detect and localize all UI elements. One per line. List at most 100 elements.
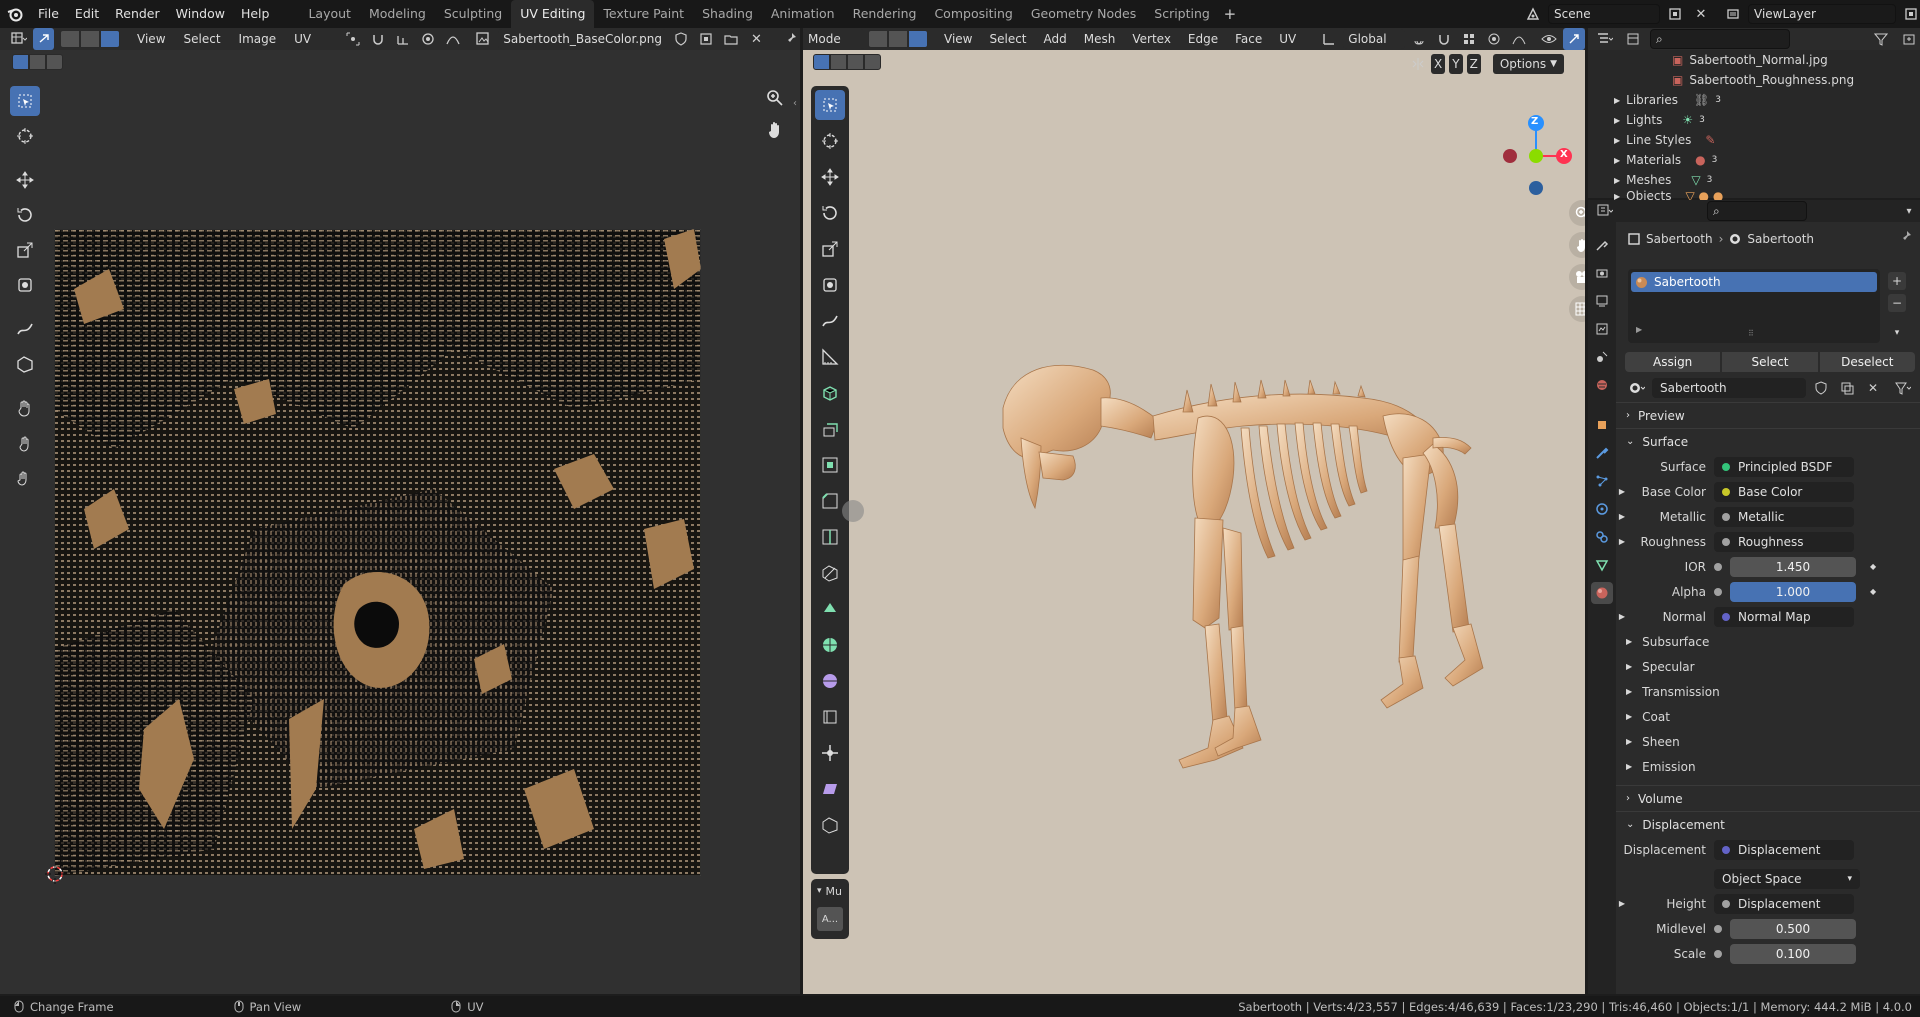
vp-annotate-tool-icon[interactable] — [815, 306, 845, 336]
specular-subpanel[interactable]: ▶ Specular — [1616, 654, 1920, 679]
tab-layout[interactable]: Layout — [299, 0, 360, 28]
vp-menu-add[interactable]: Add — [1037, 29, 1074, 49]
menu-window[interactable]: Window — [168, 0, 233, 28]
vertex-select-mode-icon[interactable] — [60, 30, 81, 48]
remove-slot-icon[interactable]: − — [1888, 294, 1906, 312]
proportional-icon[interactable] — [1483, 28, 1505, 50]
knife-tool-icon[interactable] — [815, 558, 845, 588]
tab-animation[interactable]: Animation — [762, 0, 844, 28]
vp-menu-edge[interactable]: Edge — [1181, 29, 1225, 49]
pin-icon[interactable] — [1898, 230, 1912, 244]
midlevel-field[interactable]: 0.500 — [1730, 918, 1856, 939]
filter-icon[interactable] — [1870, 28, 1892, 50]
base-color-field[interactable]: Base Color — [1714, 481, 1854, 502]
normal-field[interactable]: Normal Map — [1714, 606, 1854, 627]
tab-sculpting[interactable]: Sculpting — [435, 0, 511, 28]
resize-handle-icon[interactable]: ⠿ — [1748, 329, 1754, 338]
chevron-right-icon[interactable]: ▶ — [1616, 899, 1628, 908]
zoom-view-icon[interactable] — [1569, 200, 1585, 226]
rotate-tool-icon[interactable] — [10, 200, 40, 230]
new-image-icon[interactable] — [696, 28, 717, 50]
vp-menu-uv[interactable]: UV — [1272, 29, 1303, 49]
chevron-right-icon[interactable]: ▶ — [1616, 612, 1628, 621]
vertex-mode-icon[interactable] — [868, 30, 888, 48]
uv-menu-uv[interactable]: UV — [287, 29, 318, 49]
object-tab-icon[interactable] — [1591, 414, 1613, 436]
vp-rotate-tool-icon[interactable] — [815, 198, 845, 228]
list-item[interactable]: ▶ Libraries ⛓ 3 — [1588, 90, 1920, 110]
properties-options-icon[interactable]: ▾ — [1898, 200, 1920, 222]
scene-icon[interactable] — [1522, 3, 1544, 25]
scene-tab-icon[interactable] — [1591, 346, 1613, 368]
toolbar-resize-handle-icon[interactable] — [842, 500, 864, 522]
mirror-z-toggle[interactable]: Z — [1466, 54, 1481, 74]
list-item[interactable]: ▶ Materials ● 3 — [1588, 150, 1920, 170]
vp-move-tool-icon[interactable] — [815, 162, 845, 192]
cursor-tool-icon[interactable] — [10, 121, 40, 151]
constraints-tab-icon[interactable] — [1591, 526, 1613, 548]
vp-transform-tool-icon[interactable] — [815, 270, 845, 300]
shear-tool-icon[interactable] — [815, 774, 845, 804]
add-workspace-icon[interactable]: + — [1219, 3, 1241, 25]
uv-menu-image[interactable]: Image — [232, 29, 284, 49]
navigation-gizmo[interactable]: Z X — [1493, 90, 1585, 196]
tab-shading[interactable]: Shading — [693, 0, 762, 28]
material-name-field[interactable]: Sabertooth — [1652, 378, 1806, 398]
chevron-right-icon[interactable]: ▶ — [1614, 176, 1620, 185]
sidebar-toggle-icon[interactable]: ‹ — [793, 98, 797, 109]
orientation-dropdown[interactable]: Global — [1343, 29, 1406, 49]
new-scene-icon[interactable] — [1664, 3, 1686, 25]
add-slot-icon[interactable]: + — [1888, 272, 1906, 290]
rip-region-tool-icon[interactable] — [815, 810, 845, 840]
tab-scripting[interactable]: Scripting — [1145, 0, 1219, 28]
face-mode-icon[interactable] — [908, 30, 928, 48]
scene-name-field[interactable]: Scene — [1548, 4, 1660, 24]
menu-help[interactable]: Help — [233, 0, 278, 28]
displacement-field[interactable]: Displacement — [1714, 839, 1854, 860]
falloff-curve-icon[interactable] — [1508, 28, 1530, 50]
pivot-icon[interactable] — [1408, 28, 1430, 50]
camera-view-icon[interactable] — [1569, 264, 1585, 290]
tool-tab-icon[interactable] — [1591, 234, 1613, 256]
vp-menu-face[interactable]: Face — [1228, 29, 1269, 49]
measure-tool-icon[interactable] — [815, 342, 845, 372]
ortho-toggle-icon[interactable] — [1569, 296, 1585, 322]
list-item[interactable]: ▶ Lights ☀ 3 — [1588, 110, 1920, 130]
view-layer-name-field[interactable]: ViewLayer — [1748, 4, 1896, 24]
vp-select-box-tool-icon[interactable] — [815, 90, 845, 120]
height-field[interactable]: Displacement — [1714, 893, 1854, 914]
edge-select-mode-icon[interactable] — [80, 30, 101, 48]
editor-type-icon[interactable] — [8, 28, 29, 50]
snap-increment-icon[interactable] — [1458, 28, 1480, 50]
visibility-icon[interactable] — [1538, 28, 1560, 50]
chevron-right-icon[interactable]: ▶ — [1616, 512, 1628, 521]
falloff-icon[interactable] — [442, 28, 463, 50]
list-item[interactable]: ▣ Sabertooth_Normal.jpg — [1588, 50, 1920, 70]
edge-slide-tool-icon[interactable] — [815, 702, 845, 732]
annotate-tool-icon[interactable] — [10, 314, 40, 344]
roughness-field[interactable]: Roughness — [1714, 531, 1854, 552]
spin-tool-icon[interactable] — [815, 630, 845, 660]
uv-menu-select[interactable]: Select — [177, 29, 228, 49]
menu-render[interactable]: Render — [107, 0, 168, 28]
move-tool-icon[interactable] — [10, 165, 40, 195]
metallic-field[interactable]: Metallic — [1714, 506, 1854, 527]
transform-tool-icon[interactable] — [10, 270, 40, 300]
vp-select-new-icon[interactable] — [813, 54, 830, 70]
relax-tool-icon[interactable] — [10, 428, 40, 458]
options-dropdown[interactable]: Options ▼ — [1492, 54, 1565, 74]
list-item[interactable]: ▶ Meshes ▽ 3 — [1588, 170, 1920, 190]
chevron-right-icon[interactable]: ▶ — [1614, 156, 1620, 165]
surface-shader-field[interactable]: Principled BSDF — [1714, 456, 1854, 477]
sheen-subpanel[interactable]: ▶ Sheen — [1616, 729, 1920, 754]
select-new-icon[interactable] — [12, 54, 29, 70]
assign-button[interactable]: Assign — [1625, 352, 1721, 372]
list-item[interactable]: ▣ Sabertooth_Roughness.png — [1588, 70, 1920, 90]
vp-select-subtract-icon[interactable] — [847, 54, 864, 70]
grab-tool-icon[interactable] — [10, 393, 40, 423]
tab-geometry-nodes[interactable]: Geometry Nodes — [1022, 0, 1145, 28]
uv-2d-cursor-icon[interactable] — [44, 863, 66, 885]
poly-build-tool-icon[interactable] — [815, 594, 845, 624]
new-collection-icon[interactable] — [1898, 28, 1920, 50]
modifier-tab-icon[interactable] — [1591, 442, 1613, 464]
